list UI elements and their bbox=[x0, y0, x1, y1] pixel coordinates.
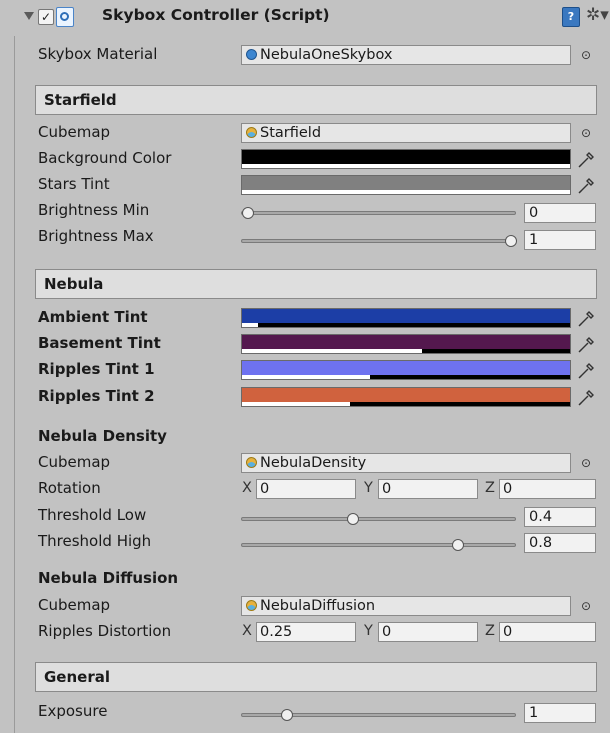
background-color-swatch[interactable] bbox=[241, 149, 571, 169]
ripples-tint-1-swatch[interactable] bbox=[241, 360, 571, 380]
section-nebula: Nebula bbox=[35, 269, 597, 299]
threshold-low-input[interactable]: 0.4 bbox=[524, 507, 596, 527]
alpha-bar bbox=[242, 164, 570, 168]
brightness-max-slider[interactable] bbox=[241, 235, 517, 247]
distortion-z-label: Z bbox=[485, 623, 495, 639]
distortion-x-label: X bbox=[242, 623, 252, 639]
diffusion-cubemap-label: Cubemap bbox=[38, 596, 111, 614]
object-picker-icon[interactable]: ⊙ bbox=[581, 126, 591, 140]
object-picker-icon[interactable]: ⊙ bbox=[581, 456, 591, 470]
alpha-bar bbox=[242, 375, 370, 379]
rotation-z-label: Z bbox=[485, 480, 495, 496]
diffusion-cubemap-field[interactable]: NebulaDiffusion bbox=[241, 596, 571, 616]
eyedropper-icon[interactable] bbox=[577, 334, 595, 354]
brightness-min-slider[interactable] bbox=[241, 207, 516, 219]
exposure-input[interactable]: 1 bbox=[524, 703, 596, 723]
density-cubemap-field[interactable]: NebulaDensity bbox=[241, 453, 571, 473]
starfield-cubemap-value: Starfield bbox=[260, 125, 322, 141]
rotation-x-label: X bbox=[242, 480, 252, 496]
ripples-distortion-label: Ripples Distortion bbox=[38, 622, 172, 640]
eyedropper-icon[interactable] bbox=[577, 175, 595, 195]
brightness-max-label: Brightness Max bbox=[38, 227, 154, 245]
nebula-density-heading: Nebula Density bbox=[38, 427, 167, 445]
eyedropper-icon[interactable] bbox=[577, 360, 595, 380]
background-color-label: Background Color bbox=[38, 149, 172, 167]
starfield-cubemap-field[interactable]: Starfield bbox=[241, 123, 571, 143]
ripples-tint-2-swatch[interactable] bbox=[241, 387, 571, 407]
eyedropper-icon[interactable] bbox=[577, 387, 595, 407]
eyedropper-icon[interactable] bbox=[577, 308, 595, 328]
alpha-bar bbox=[242, 190, 570, 194]
component-enabled-checkbox[interactable]: ✓ bbox=[38, 9, 54, 25]
brightness-max-input[interactable]: 1 bbox=[524, 230, 596, 250]
density-cubemap-label: Cubemap bbox=[38, 453, 111, 471]
rotation-z-input[interactable]: 0 bbox=[499, 479, 596, 499]
threshold-high-input[interactable]: 0.8 bbox=[524, 533, 596, 553]
settings-gear-icon[interactable]: ✲▾ bbox=[586, 5, 609, 25]
distortion-x-input[interactable]: 0.25 bbox=[256, 622, 356, 642]
alpha-bar bbox=[242, 349, 423, 353]
component-title: Skybox Controller (Script) bbox=[102, 6, 330, 24]
brightness-min-input[interactable]: 0 bbox=[524, 203, 596, 223]
exposure-slider[interactable] bbox=[241, 709, 516, 721]
basement-tint-swatch[interactable] bbox=[241, 334, 571, 354]
material-icon bbox=[246, 49, 257, 60]
skybox-material-value: NebulaOneSkybox bbox=[260, 47, 393, 63]
brightness-min-label: Brightness Min bbox=[38, 201, 150, 219]
stars-tint-swatch[interactable] bbox=[241, 175, 571, 195]
cubemap-icon bbox=[246, 457, 257, 468]
eyedropper-icon[interactable] bbox=[577, 149, 595, 169]
alpha-bar bbox=[242, 402, 351, 406]
rotation-y-input[interactable]: 0 bbox=[378, 479, 478, 499]
threshold-low-slider[interactable] bbox=[241, 513, 516, 525]
help-book-icon[interactable]: ? bbox=[562, 7, 580, 27]
nebula-diffusion-heading: Nebula Diffusion bbox=[38, 569, 179, 587]
threshold-high-label: Threshold High bbox=[38, 532, 152, 550]
cubemap-icon bbox=[246, 600, 257, 611]
skybox-material-label: Skybox Material bbox=[38, 45, 158, 63]
starfield-cubemap-label: Cubemap bbox=[38, 123, 111, 141]
ripples-tint-1-label: Ripples Tint 1 bbox=[38, 360, 155, 378]
object-picker-icon[interactable]: ⊙ bbox=[581, 48, 591, 62]
component-header[interactable]: ✓ Skybox Controller (Script) ? ✲▾ bbox=[14, 0, 610, 36]
section-starfield: Starfield bbox=[35, 85, 597, 115]
rotation-x-input[interactable]: 0 bbox=[256, 479, 356, 499]
exposure-label: Exposure bbox=[38, 702, 108, 720]
cubemap-icon bbox=[246, 127, 257, 138]
threshold-high-slider[interactable] bbox=[241, 539, 516, 551]
section-general: General bbox=[35, 662, 597, 692]
skybox-material-field[interactable]: NebulaOneSkybox bbox=[241, 45, 571, 65]
alpha-bar-bg bbox=[242, 323, 570, 327]
ambient-tint-label: Ambient Tint bbox=[38, 308, 148, 326]
distortion-y-label: Y bbox=[364, 623, 373, 639]
slider-knob[interactable] bbox=[505, 235, 517, 247]
ripples-tint-2-label: Ripples Tint 2 bbox=[38, 387, 155, 405]
diffusion-cubemap-value: NebulaDiffusion bbox=[260, 598, 376, 614]
stars-tint-label: Stars Tint bbox=[38, 175, 110, 193]
slider-knob[interactable] bbox=[242, 207, 254, 219]
object-picker-icon[interactable]: ⊙ bbox=[581, 599, 591, 613]
distortion-y-input[interactable]: 0 bbox=[378, 622, 478, 642]
threshold-low-label: Threshold Low bbox=[38, 506, 147, 524]
script-icon bbox=[56, 7, 74, 27]
distortion-z-input[interactable]: 0 bbox=[499, 622, 596, 642]
alpha-bar bbox=[242, 323, 259, 327]
rotation-label: Rotation bbox=[38, 479, 101, 497]
rotation-y-label: Y bbox=[364, 480, 373, 496]
density-cubemap-value: NebulaDensity bbox=[260, 455, 367, 471]
basement-tint-label: Basement Tint bbox=[38, 334, 161, 352]
foldout-arrow-icon[interactable] bbox=[24, 12, 34, 20]
ambient-tint-swatch[interactable] bbox=[241, 308, 571, 328]
